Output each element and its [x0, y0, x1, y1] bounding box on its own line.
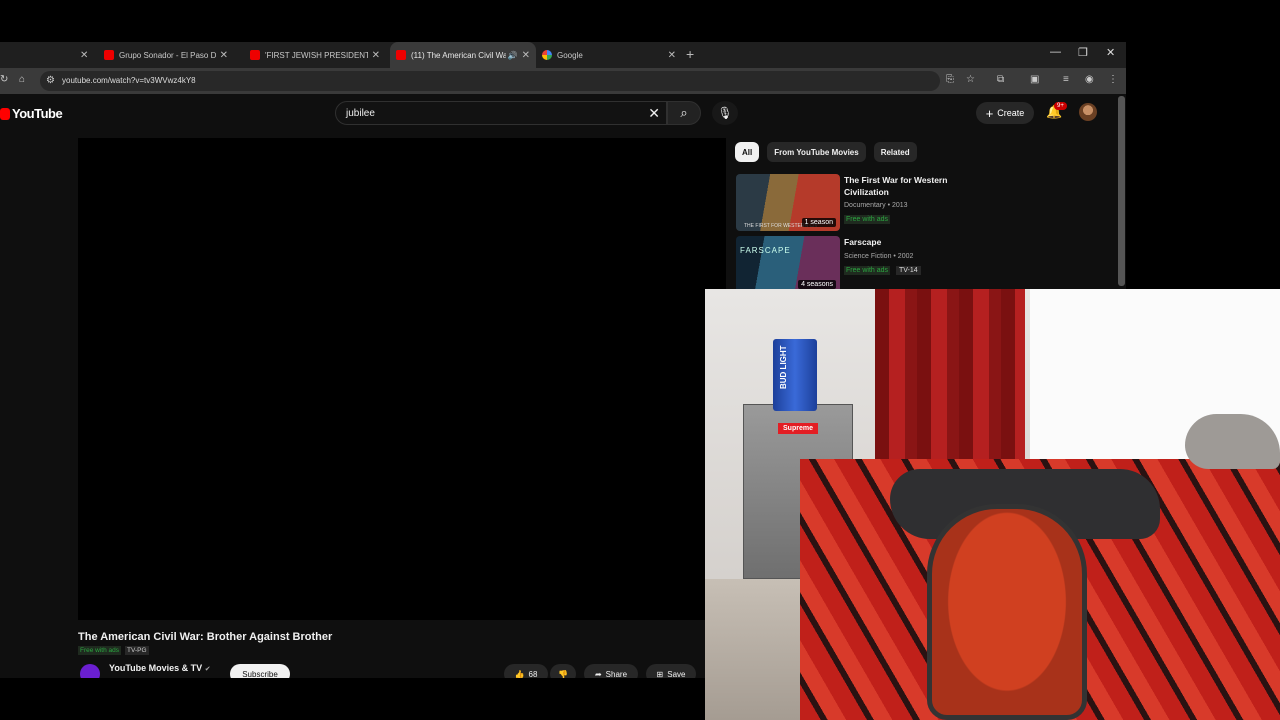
recommendation-meta: Documentary • 2013 [844, 202, 908, 209]
filter-chips: All From YouTube Movies Related [735, 142, 917, 162]
recommendation-title[interactable]: The First War for Western Civilization [844, 174, 964, 198]
channel-avatar[interactable] [80, 664, 100, 678]
season-count: 4 seasons [798, 280, 836, 289]
search-box[interactable]: jubilee ✕ [335, 101, 667, 125]
rating-badge: TV-PG [125, 646, 149, 655]
youtube-icon [250, 50, 260, 60]
verified-icon: ✔ [204, 666, 211, 673]
browser-tab-3[interactable]: (11) The American Civil War: 🔊 ✕ [390, 42, 536, 68]
fridge-sticker: Supreme [778, 423, 818, 434]
logo-text: YouTube [12, 106, 63, 121]
recommendation-item[interactable]: FARSCAPE 4 seasons Farscape Science Fict… [736, 236, 976, 294]
cam-pillow [1185, 414, 1280, 469]
free-with-ads-badge: Free with ads [78, 646, 122, 655]
home-icon[interactable]: ⌂ [19, 74, 25, 85]
share-label: Share [605, 669, 628, 679]
profile-icon[interactable]: ◉ [1085, 74, 1094, 85]
site-info-icon[interactable]: ⚙ [46, 75, 55, 86]
plus-icon: + [985, 105, 994, 121]
thumbnail-text: FARSCAPE [740, 246, 791, 255]
tab-title: Google [557, 50, 583, 60]
chip-from-youtube-movies[interactable]: From YouTube Movies [767, 142, 866, 162]
tab-title: (11) The American Civil War: [411, 50, 506, 60]
subscribe-button[interactable]: Subscribe [230, 664, 290, 678]
address-bar[interactable]: ⚙ youtube.com/watch?v=tv3WVwz4kY8 [40, 71, 940, 91]
webcam-overlay: Supreme BUD LIGHT [705, 289, 1280, 720]
chip-all[interactable]: All [735, 142, 760, 162]
tab-title: 'FIRST JEWISH PRESIDENT': Adi [265, 50, 368, 60]
recommendation-title[interactable]: Farscape [844, 236, 964, 248]
recommendation-item[interactable]: THE FIRST FOR WESTERN CIV 1 season The F… [736, 174, 976, 232]
cam-beer-can: BUD LIGHT [773, 339, 817, 411]
browser-tab-4[interactable]: Google ✕ [536, 42, 682, 68]
video-tags: Free with ads TV-PG [78, 646, 149, 655]
thumbs-up-icon: 👍 [514, 669, 525, 679]
close-icon[interactable]: ✕ [80, 50, 88, 61]
share-icon: ➦ [594, 669, 602, 679]
maximize-icon[interactable]: ❐ [1078, 46, 1088, 59]
channel-name[interactable]: YouTube Movies & TV ✔ [109, 663, 211, 673]
free-with-ads-badge: Free with ads [844, 266, 891, 275]
reload-icon[interactable]: ↻ [0, 74, 8, 85]
youtube-icon [396, 50, 406, 60]
video-player[interactable] [78, 138, 726, 620]
cam-chair [927, 504, 1087, 720]
window-close-icon[interactable]: ✕ [1106, 46, 1115, 59]
rating-badge: TV-14 [896, 266, 921, 275]
create-label: Create [997, 108, 1025, 118]
microphone-icon: 🎙 [717, 106, 733, 120]
new-tab-icon[interactable]: + [686, 46, 694, 62]
voice-search-button[interactable]: 🎙 [712, 101, 738, 125]
recommendation-thumbnail[interactable]: THE FIRST FOR WESTERN CIV 1 season [736, 174, 840, 231]
screen: Grupo Sonador - El Paso Del C ✕ 'FIRST J… [0, 0, 1280, 720]
channel-name-text: YouTube Movies & TV [109, 663, 203, 673]
like-button[interactable]: 👍 68 [504, 664, 548, 678]
account-avatar[interactable] [1079, 103, 1097, 121]
browser-tab-2[interactable]: 'FIRST JEWISH PRESIDENT': Adi ✕ [244, 42, 386, 68]
youtube-play-icon [0, 107, 10, 120]
tab-title: Grupo Sonador - El Paso Del C [119, 50, 216, 60]
video-title: The American Civil War: Brother Against … [78, 631, 333, 643]
save-icon: ⊞ [656, 669, 664, 679]
bookmark-star-icon[interactable]: ☆ [966, 74, 975, 85]
close-icon[interactable]: ✕ [220, 50, 228, 61]
search-input[interactable]: jubilee [346, 108, 375, 119]
thumbs-down-icon: 👎 [558, 669, 568, 679]
speaker-icon[interactable]: 🔊 [508, 51, 518, 60]
share-button[interactable]: ➦ Share [584, 664, 638, 678]
create-button[interactable]: + Create [976, 102, 1034, 124]
save-label: Save [667, 669, 686, 679]
minimize-icon[interactable]: — [1050, 46, 1061, 58]
media-icon[interactable]: ≡ [1063, 74, 1069, 85]
recommendation-meta: Science Fiction • 2002 [844, 253, 914, 260]
free-with-ads-badge: Free with ads [844, 215, 891, 224]
search-icon: ⌕ [680, 105, 688, 120]
youtube-logo[interactable]: YouTube [0, 106, 63, 121]
close-icon[interactable]: ✕ [372, 50, 380, 61]
menu-icon[interactable]: ⋮ [1108, 74, 1118, 85]
url-text: youtube.com/watch?v=tv3WVwz4kY8 [62, 76, 196, 85]
close-icon[interactable]: ✕ [522, 50, 530, 61]
season-count: 1 season [801, 218, 836, 227]
can-label: BUD LIGHT [779, 345, 788, 389]
like-count: 68 [528, 669, 538, 679]
browser-tab-0-close[interactable]: ✕ [76, 42, 96, 68]
save-button[interactable]: ⊞ Save [646, 664, 696, 678]
google-icon [542, 50, 552, 60]
side-panel-icon[interactable]: ▣ [1030, 74, 1039, 85]
recommendation-thumbnail[interactable]: FARSCAPE 4 seasons [736, 236, 840, 293]
page-scrollbar[interactable] [1118, 96, 1125, 286]
browser-toolbar: ↻ ⌂ ⚙ youtube.com/watch?v=tv3WVwz4kY8 ⎘ … [0, 68, 1126, 94]
close-icon[interactable]: ✕ [668, 50, 676, 61]
install-icon[interactable]: ⎘ [946, 74, 954, 85]
browser-tab-strip: Grupo Sonador - El Paso Del C ✕ 'FIRST J… [0, 42, 1126, 68]
chip-related[interactable]: Related [873, 142, 917, 162]
browser-tab-1[interactable]: Grupo Sonador - El Paso Del C ✕ [98, 42, 234, 68]
clear-search-icon[interactable]: ✕ [648, 105, 660, 122]
notification-badge: 9+ [1054, 102, 1067, 110]
youtube-icon [104, 50, 114, 60]
extensions-icon[interactable]: ⧉ [997, 74, 1004, 85]
search-button[interactable]: ⌕ [667, 101, 701, 125]
dislike-button[interactable]: 👎 [550, 664, 576, 678]
